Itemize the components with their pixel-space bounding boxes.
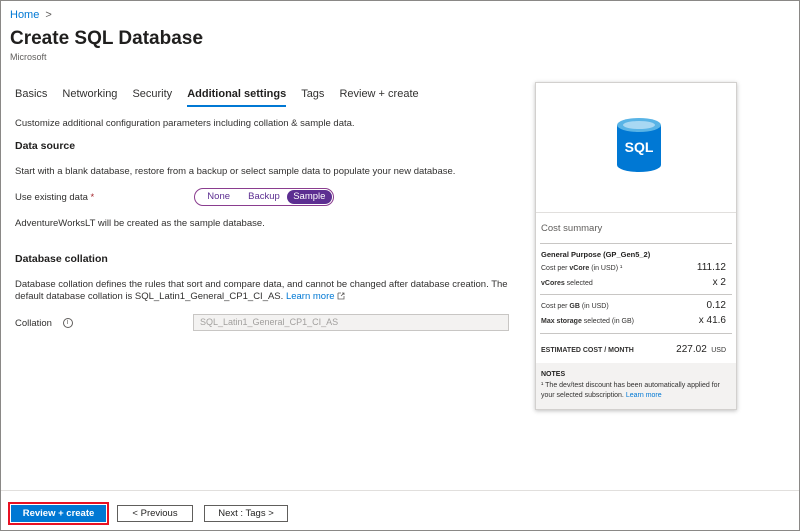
intro-text: Customize additional configuration param… [15,118,355,129]
tab-additional-settings[interactable]: Additional settings [187,88,287,107]
estimated-cost-row: ESTIMATED COST / MONTH 227.02 USD [541,339,726,357]
chevron-right-icon: > [45,9,52,21]
collation-label-text: Collation [15,318,52,329]
cost-row-label: Cost per vCore (in USD) ¹ [541,265,623,272]
option-none[interactable]: None [196,190,241,204]
notes-learn-more-link[interactable]: Learn more [626,392,662,399]
collation-field-label: Collation i [15,318,73,329]
external-link-icon [337,292,345,300]
existing-data-segmented-control: None Backup Sample [194,188,334,206]
cost-row-label: Max storage selected (in GB) [541,318,634,325]
cost-row: Cost per GB (in USD) 0.12 [541,300,726,311]
estimated-cost-value: 227.02 [676,344,707,355]
cost-row: Max storage selected (in GB) x 41.6 [541,315,726,326]
use-existing-data-label-text: Use existing data [15,192,88,203]
tab-basics[interactable]: Basics [15,88,47,107]
option-sample[interactable]: Sample [286,190,332,204]
cost-summary-card: SQL Cost summary General Purpose (GP_Gen… [535,82,737,410]
sql-logo-area: SQL [536,83,736,213]
cost-row-value: 111.12 [696,262,726,273]
previous-button[interactable]: < Previous [117,505,193,522]
page-title: Create SQL Database [10,28,203,49]
next-tags-button[interactable]: Next : Tags > [204,505,288,522]
collation-description-text: default database collation is SQL_Latin1… [15,291,284,302]
more-options-icon[interactable]: ··· [188,28,205,44]
divider [540,294,732,295]
pricing-tier: General Purpose (GP_Gen5_2) [541,250,651,259]
required-marker: * [90,192,95,203]
notes-section: NOTES ¹ The dev/test discount has been a… [536,363,736,409]
cost-row: vCores selected x 2 [541,277,726,288]
divider [540,333,732,334]
cost-row-value: x 2 [712,277,726,288]
sql-logo-text: SQL [624,139,654,155]
page-subtitle: Microsoft [10,52,47,62]
cost-row: Cost per vCore (in USD) ¹ 111.12 [541,262,726,273]
cost-row-label: vCores selected [541,280,593,287]
sample-db-note: AdventureWorksLT will be created as the … [15,218,265,229]
use-existing-data-label: Use existing data * [15,192,94,203]
breadcrumb-home-link[interactable]: Home [10,9,39,21]
option-backup[interactable]: Backup [241,190,286,204]
tab-security[interactable]: Security [132,88,172,107]
cost-summary-title: Cost summary [541,223,603,234]
currency-label: USD [711,347,726,354]
breadcrumb: Home > [10,9,52,21]
cost-row-value: 0.12 [706,300,726,311]
tab-tags[interactable]: Tags [301,88,324,107]
notes-heading: NOTES [541,371,566,378]
estimated-cost-value-group: 227.02 USD [676,339,726,357]
footer-divider [1,490,799,491]
data-source-description: Start with a blank database, restore fro… [15,166,456,177]
tab-review-create[interactable]: Review + create [339,88,418,107]
info-icon[interactable]: i [62,318,73,329]
tab-bar: Basics Networking Security Additional se… [15,88,434,107]
divider [540,243,732,244]
data-source-heading: Data source [15,140,76,152]
learn-more-link[interactable]: Learn more [286,291,335,302]
cost-row-label: Cost per GB (in USD) [541,303,609,310]
collation-description-line2: default database collation is SQL_Latin1… [15,291,345,302]
estimated-cost-label: ESTIMATED COST / MONTH [541,347,634,354]
collation-description-line1: Database collation defines the rules tha… [15,279,508,290]
review-create-button[interactable]: Review + create [8,502,109,525]
notes-text: ¹ The dev/test discount has been automat… [541,382,720,399]
tab-networking[interactable]: Networking [62,88,117,107]
collation-heading: Database collation [15,253,108,265]
collation-input[interactable]: SQL_Latin1_General_CP1_CI_AS [193,314,509,331]
cost-row-value: x 41.6 [698,315,726,326]
